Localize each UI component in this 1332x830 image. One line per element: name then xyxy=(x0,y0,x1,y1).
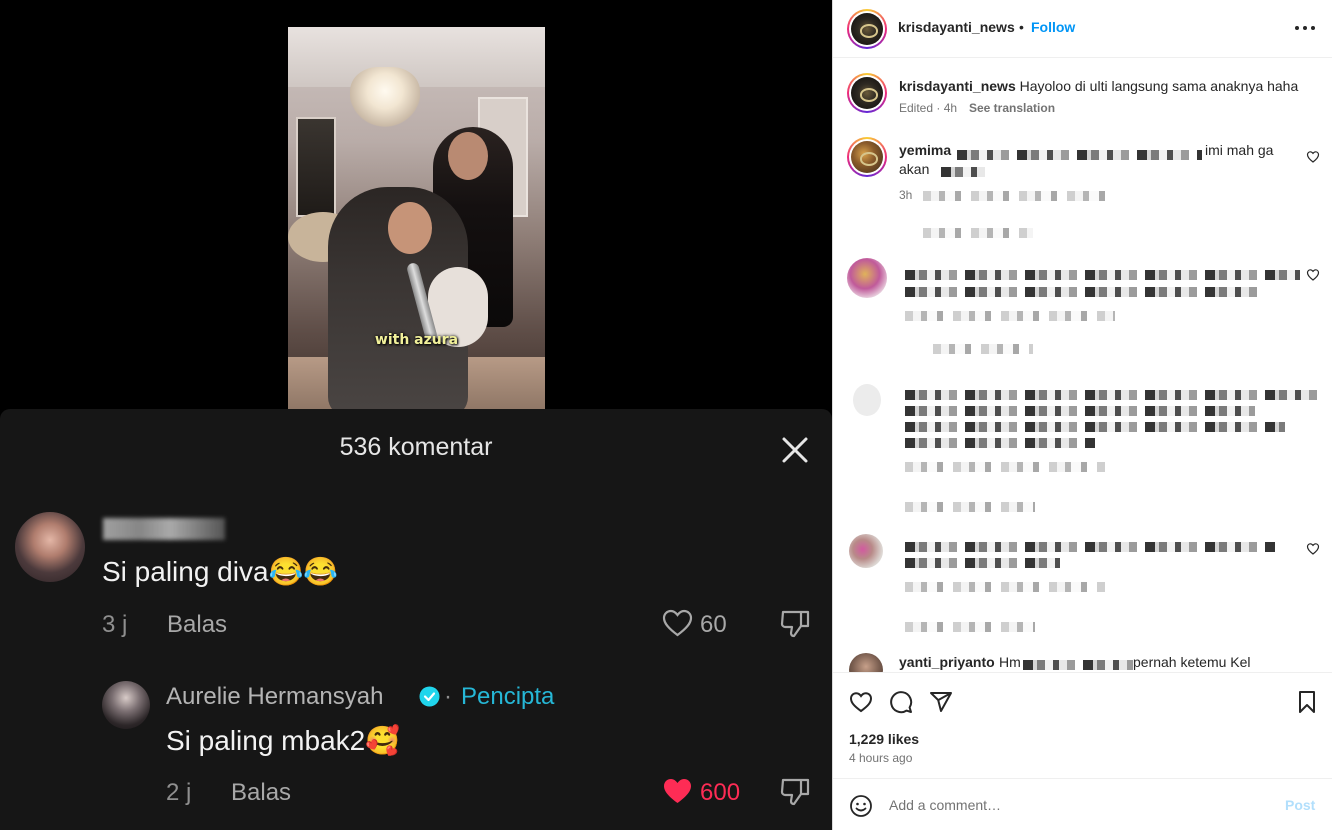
instagram-post-panel: krisdayanti_news • Follow krisdayanti_ne… xyxy=(832,0,1332,830)
comment-count-title: 536 komentar xyxy=(339,433,493,461)
comment-text: akan xyxy=(899,161,930,177)
avatar[interactable] xyxy=(853,384,881,416)
heart-icon[interactable] xyxy=(1306,150,1320,164)
like-count: 60 xyxy=(700,611,727,638)
redacted-text xyxy=(1023,660,1133,670)
dislike-icon[interactable] xyxy=(779,608,811,640)
dislike-icon[interactable] xyxy=(779,776,811,808)
caption-text: Hayoloo di ulti langsung sama anaknya ha… xyxy=(1019,78,1299,94)
heart-icon[interactable] xyxy=(1306,268,1320,282)
comment-time: 3 j xyxy=(102,611,128,638)
post-actions: 1,229 likes 4 hours ago xyxy=(833,672,1332,778)
redacted-text xyxy=(905,390,1325,400)
redacted-text xyxy=(905,406,1255,416)
redacted-text xyxy=(905,422,1285,432)
tiktok-comments-panel: 536 komentar Si paling diva😂😂 3 j Balas … xyxy=(0,409,832,830)
redacted-text xyxy=(905,287,1257,297)
avatar[interactable] xyxy=(847,9,887,49)
see-translation-link[interactable]: See translation xyxy=(969,101,1055,115)
post-username[interactable]: krisdayanti_news xyxy=(898,19,1015,35)
avatar[interactable] xyxy=(102,681,150,729)
video-scene-face xyxy=(448,132,488,180)
avatar[interactable] xyxy=(847,258,887,298)
close-icon[interactable] xyxy=(778,433,812,467)
avatar[interactable] xyxy=(15,512,85,582)
comment-text: yanti_priyanto xyxy=(899,653,1009,672)
post-button[interactable]: Post xyxy=(1285,797,1315,813)
media-viewer: with azura 536 komentar Si paling diva😂😂… xyxy=(0,0,832,830)
add-comment-bar: Post xyxy=(833,778,1332,830)
heart-icon[interactable] xyxy=(661,608,694,638)
post-caption: krisdayanti_news Hayoloo di ulti langsun… xyxy=(899,77,1319,95)
video-scene-chandelier xyxy=(350,67,420,127)
avatar[interactable] xyxy=(849,534,883,568)
video-scene-ceiling xyxy=(288,27,545,87)
video-scene-window xyxy=(296,117,336,217)
avatar[interactable] xyxy=(847,73,887,113)
comment-time: 3h xyxy=(899,188,913,202)
caption-meta: Edited · 4h xyxy=(899,101,958,115)
redacted-text xyxy=(905,582,1105,592)
like-count: 600 xyxy=(700,779,741,806)
caption-username[interactable]: krisdayanti_news xyxy=(899,78,1016,94)
heart-icon[interactable] xyxy=(849,690,873,714)
separator: · xyxy=(444,683,452,710)
redacted-text xyxy=(941,167,985,177)
heart-icon[interactable] xyxy=(661,776,694,806)
comment-input[interactable] xyxy=(889,795,1269,815)
emoji-icon[interactable] xyxy=(849,794,873,818)
more-icon[interactable] xyxy=(1291,18,1319,38)
follow-button[interactable]: Follow xyxy=(1031,19,1075,35)
heart-icon[interactable] xyxy=(1306,542,1320,556)
redacted-text xyxy=(933,344,1033,354)
verified-icon xyxy=(419,686,440,707)
comment-icon[interactable] xyxy=(889,690,913,714)
comment-text: Si paling diva😂😂 xyxy=(102,556,339,587)
comment-time: 2 j xyxy=(166,779,192,806)
separator: • xyxy=(1019,19,1024,35)
redacted-text xyxy=(905,438,1095,448)
comment-author[interactable]: Aurelie Hermansyah xyxy=(166,683,383,711)
reply-button[interactable]: Balas xyxy=(231,779,291,807)
redacted-text xyxy=(957,150,1202,160)
redacted-text xyxy=(905,502,1035,512)
share-icon[interactable] xyxy=(929,690,953,714)
comment-text: Si paling mbak2🥰 xyxy=(166,725,401,756)
comment-username[interactable]: yemima xyxy=(899,142,951,158)
redacted-text xyxy=(905,542,1275,552)
video-player[interactable]: with azura xyxy=(288,27,545,409)
redacted-text xyxy=(905,462,1105,472)
redacted-text xyxy=(905,311,1115,321)
post-header: krisdayanti_news • Follow xyxy=(833,0,1332,58)
redacted-text xyxy=(905,558,1060,568)
comment-text: pernah ketemu Kel xyxy=(1133,654,1251,670)
creator-badge: Pencipta xyxy=(461,683,555,710)
video-caption: with azura xyxy=(374,332,459,348)
likes-count[interactable]: 1,229 likes xyxy=(849,731,919,747)
avatar[interactable] xyxy=(847,137,887,177)
redacted-text xyxy=(923,191,1113,201)
comment-username[interactable]: yanti_priyanto xyxy=(899,654,995,670)
redacted-text xyxy=(923,228,1033,238)
redacted-text xyxy=(905,622,1035,632)
reply-button[interactable]: Balas xyxy=(167,611,227,639)
post-time: 4 hours ago xyxy=(849,751,913,765)
video-scene-face xyxy=(388,202,432,254)
redacted-text xyxy=(905,270,1300,280)
bookmark-icon[interactable] xyxy=(1295,690,1319,714)
redacted-username xyxy=(103,518,225,540)
